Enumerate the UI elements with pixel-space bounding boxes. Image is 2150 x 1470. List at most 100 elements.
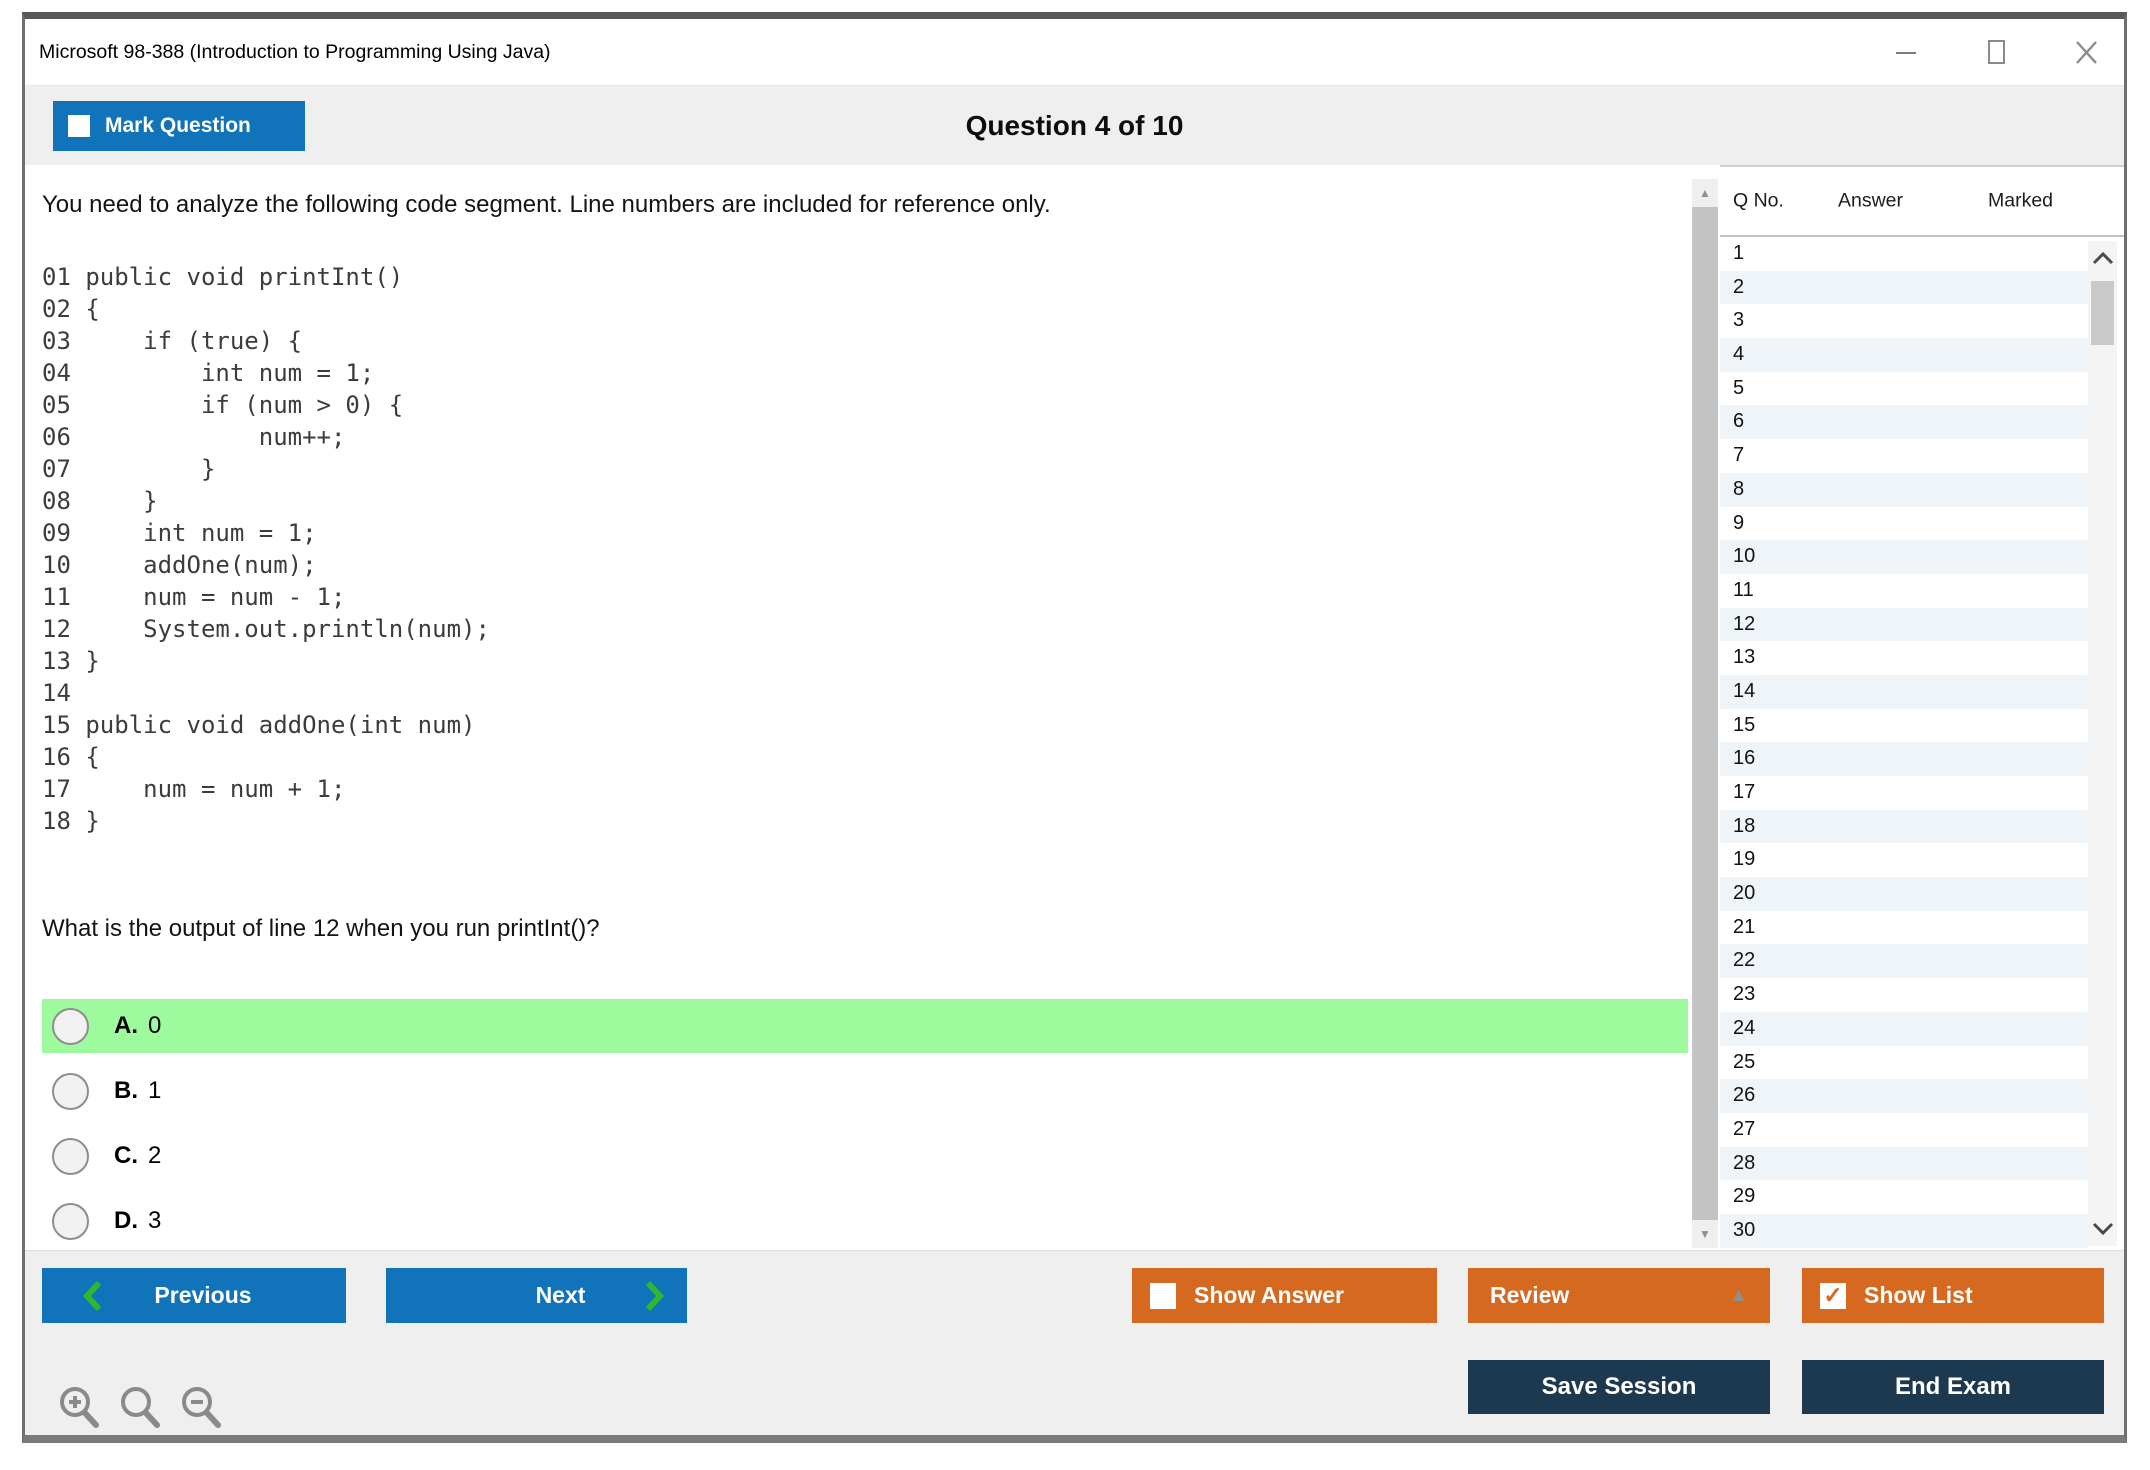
qlist-row-number: 10 [1733, 545, 1755, 567]
option-letter: D. [114, 1207, 138, 1235]
qlist-row[interactable]: 17 [1720, 776, 2088, 810]
question-list-scrollbar[interactable] [2088, 241, 2117, 1246]
code-line: 11 num = num - 1; [42, 581, 490, 613]
qlist-row[interactable]: 21 [1720, 911, 2088, 945]
option-text: 1 [148, 1077, 161, 1105]
qlist-row[interactable]: 19 [1720, 843, 2088, 877]
qlist-row-number: 11 [1733, 579, 1754, 601]
radio-button[interactable] [52, 1203, 89, 1240]
scroll-down-icon[interactable]: ▼ [1692, 1220, 1718, 1248]
qlist-row[interactable]: 23 [1720, 978, 2088, 1012]
qlist-row-number: 19 [1733, 848, 1755, 870]
qlist-row-number: 25 [1733, 1051, 1755, 1073]
content-scrollbar[interactable]: ▲ ▼ [1692, 179, 1718, 1248]
qlist-row-number: 28 [1733, 1152, 1755, 1174]
qlist-row[interactable]: 7 [1720, 439, 2088, 473]
code-line: 18 } [42, 805, 490, 837]
mark-question-label: Mark Question [105, 114, 251, 138]
radio-button[interactable] [52, 1008, 89, 1045]
show-answer-button[interactable]: Show Answer [1132, 1268, 1437, 1323]
qlist-row-number: 22 [1733, 949, 1755, 971]
show-list-button[interactable]: ✓ Show List [1802, 1268, 2104, 1323]
end-exam-button[interactable]: End Exam [1802, 1360, 2104, 1414]
close-icon[interactable] [2070, 36, 2102, 68]
qlist-row[interactable]: 1 [1720, 237, 2088, 271]
zoom-in-icon[interactable] [55, 1382, 103, 1432]
qlist-row-number: 13 [1733, 646, 1755, 668]
save-session-label: Save Session [1542, 1373, 1697, 1401]
qlist-row[interactable]: 9 [1720, 507, 2088, 541]
qlist-row[interactable]: 11 [1720, 574, 2088, 608]
code-line: 09 int num = 1; [42, 517, 490, 549]
qlist-row[interactable]: 8 [1720, 473, 2088, 507]
qlist-row[interactable]: 18 [1720, 810, 2088, 844]
window-title: Microsoft 98-388 (Introduction to Progra… [39, 19, 551, 85]
option-row[interactable]: C. 2 [42, 1129, 1688, 1183]
code-line: 13 } [42, 645, 490, 677]
option-text: 3 [148, 1207, 161, 1235]
mark-question-button[interactable]: Mark Question [53, 101, 305, 151]
option-letter: C. [114, 1142, 138, 1170]
qlist-row-number: 14 [1733, 680, 1755, 702]
question-list-header: Q No. Answer Marked [1720, 165, 2124, 237]
qlist-row-number: 12 [1733, 613, 1755, 635]
qlist-row[interactable]: 10 [1720, 540, 2088, 574]
qlist-row-number: 8 [1733, 478, 1744, 500]
option-letter: A. [114, 1012, 138, 1040]
qlist-row[interactable]: 6 [1720, 405, 2088, 439]
zoom-out-icon[interactable] [177, 1382, 225, 1432]
option-row[interactable]: D. 3 [42, 1194, 1688, 1248]
option-row[interactable]: B.1 [42, 1064, 1688, 1118]
show-list-checkbox[interactable]: ✓ [1820, 1283, 1846, 1309]
mark-question-checkbox[interactable] [68, 115, 90, 137]
next-button[interactable]: Next [386, 1268, 687, 1323]
code-line: 05 if (num > 0) { [42, 389, 490, 421]
qlist-row[interactable]: 4 [1720, 338, 2088, 372]
chevron-up-icon[interactable] [2088, 243, 2117, 273]
qlist-row[interactable]: 22 [1720, 944, 2088, 978]
qlist-row[interactable]: 20 [1720, 877, 2088, 911]
qlist-col-marked: Marked [1988, 190, 2053, 213]
code-line: 07 } [42, 453, 490, 485]
review-button[interactable]: Review ▲ [1468, 1268, 1770, 1323]
qlist-row-number: 23 [1733, 983, 1755, 1005]
qlist-row[interactable]: 24 [1720, 1012, 2088, 1046]
radio-button[interactable] [52, 1073, 89, 1110]
code-line: 16 { [42, 741, 490, 773]
scroll-up-icon[interactable]: ▲ [1692, 179, 1718, 207]
option-row[interactable]: A.0 [42, 999, 1688, 1053]
minimize-icon[interactable] [1890, 36, 1922, 68]
radio-button[interactable] [52, 1138, 89, 1175]
qlist-row[interactable]: 12 [1720, 608, 2088, 642]
previous-button[interactable]: Previous [42, 1268, 346, 1323]
save-session-button[interactable]: Save Session [1468, 1360, 1770, 1414]
qlist-row[interactable]: 30 [1720, 1214, 2088, 1248]
qlist-row[interactable]: 13 [1720, 641, 2088, 675]
question-list-rows: 1234567891011121314151617181920212223242… [1720, 237, 2088, 1250]
qlist-col-answer: Answer [1838, 190, 1903, 213]
qlist-row[interactable]: 2 [1720, 271, 2088, 305]
qlist-row-number: 21 [1733, 916, 1755, 938]
qlist-row[interactable]: 25 [1720, 1046, 2088, 1080]
qlist-col-qno: Q No. [1733, 190, 1784, 213]
qlist-scroll-thumb[interactable] [2091, 281, 2114, 345]
chevron-down-icon[interactable] [2088, 1214, 2117, 1244]
show-answer-checkbox[interactable] [1150, 1283, 1176, 1309]
qlist-row[interactable]: 3 [1720, 304, 2088, 338]
show-list-label: Show List [1864, 1282, 1973, 1309]
qlist-row-number: 16 [1733, 747, 1755, 769]
option-text: 2 [148, 1142, 161, 1170]
qlist-row[interactable]: 28 [1720, 1147, 2088, 1181]
code-line: 03 if (true) { [42, 325, 490, 357]
qlist-row[interactable]: 29 [1720, 1180, 2088, 1214]
question-list-panel: Q No. Answer Marked 12345678910111213141… [1720, 165, 2124, 1250]
qlist-row[interactable]: 5 [1720, 372, 2088, 406]
qlist-row[interactable]: 27 [1720, 1113, 2088, 1147]
qlist-row[interactable]: 14 [1720, 675, 2088, 709]
maximize-icon[interactable] [1980, 36, 2012, 68]
qlist-row[interactable]: 15 [1720, 709, 2088, 743]
magnifier-icon[interactable] [116, 1382, 164, 1432]
qlist-row[interactable]: 26 [1720, 1079, 2088, 1113]
qlist-row[interactable]: 16 [1720, 742, 2088, 776]
header-bar: Question 4 of 10 Mark Question [25, 85, 2124, 165]
